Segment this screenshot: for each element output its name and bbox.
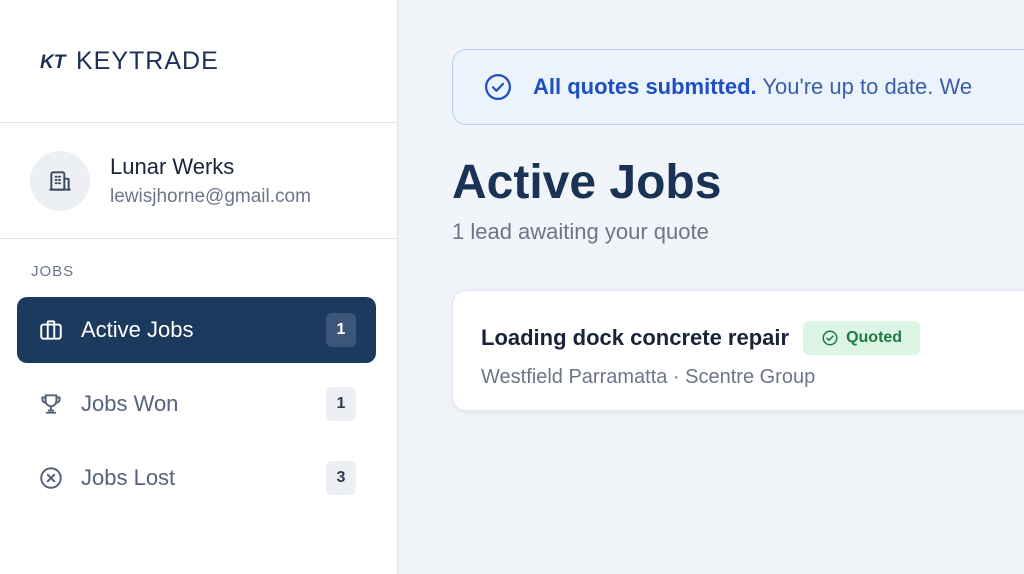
sidebar-nav: Active Jobs 1 Jobs Won 1 Jobs Lost 3 [0, 297, 397, 511]
alert-title: All quotes submitted. [533, 74, 757, 99]
status-badge: Quoted [803, 321, 921, 355]
profile-info: Lunar Werks lewisjhorne@gmail.com [110, 154, 311, 208]
profile-email: lewisjhorne@gmail.com [110, 185, 311, 207]
building-icon [49, 170, 71, 191]
page-subtitle: 1 lead awaiting your quote [452, 219, 709, 244]
sidebar-item-label: Jobs Won [81, 391, 179, 416]
profile-name: Lunar Werks [110, 153, 235, 179]
job-header: Loading dock concrete repair Quoted [481, 321, 1024, 355]
alert-text: All quotes submitted. You're up to date.… [533, 74, 972, 100]
brand-logo[interactable]: KT KEYTRADE [40, 47, 219, 76]
brand-header: KT KEYTRADE [0, 0, 397, 123]
sidebar-item-jobs-won[interactable]: Jobs Won 1 [17, 371, 376, 437]
status-label: Quoted [846, 329, 903, 346]
sidebar-item-jobs-lost[interactable]: Jobs Lost 3 [17, 445, 376, 511]
app-root: KT KEYTRADE Lunar Werks lewisjhorne@gmai… [0, 0, 1024, 574]
job-card[interactable]: Loading dock concrete repair Quoted West… [452, 290, 1024, 411]
profile-card[interactable]: Lunar Werks lewisjhorne@gmail.com [0, 123, 397, 239]
briefcase-icon [37, 316, 65, 344]
count-badge: 1 [326, 387, 356, 421]
count-badge: 3 [326, 461, 356, 495]
job-title: Loading dock concrete repair [481, 325, 790, 350]
alert-body: You're up to date. We [762, 74, 973, 99]
sidebar: KT KEYTRADE Lunar Werks lewisjhorne@gmai… [0, 0, 398, 574]
check-circle-icon [822, 330, 838, 346]
page-title: Active Jobs [452, 156, 722, 209]
brand-name: KEYTRADE [76, 46, 219, 75]
status-alert: All quotes submitted. You're up to date.… [452, 49, 1024, 125]
trophy-icon [37, 390, 65, 418]
sidebar-item-label: Active Jobs [81, 317, 194, 342]
count-badge: 1 [326, 313, 356, 347]
keytrade-logo-icon: KT [40, 52, 67, 71]
nav-section-label: JOBS [31, 263, 75, 280]
x-circle-icon [37, 464, 65, 492]
sidebar-item-label: Jobs Lost [81, 465, 176, 490]
sidebar-item-active-jobs[interactable]: Active Jobs 1 [17, 297, 376, 363]
job-meta: Westfield Parramatta · Scentre Group [481, 366, 816, 388]
avatar [30, 150, 90, 211]
check-circle-icon [485, 74, 511, 100]
main-content: All quotes submitted. You're up to date.… [398, 0, 1024, 574]
svg-text:KT: KT [40, 52, 67, 71]
